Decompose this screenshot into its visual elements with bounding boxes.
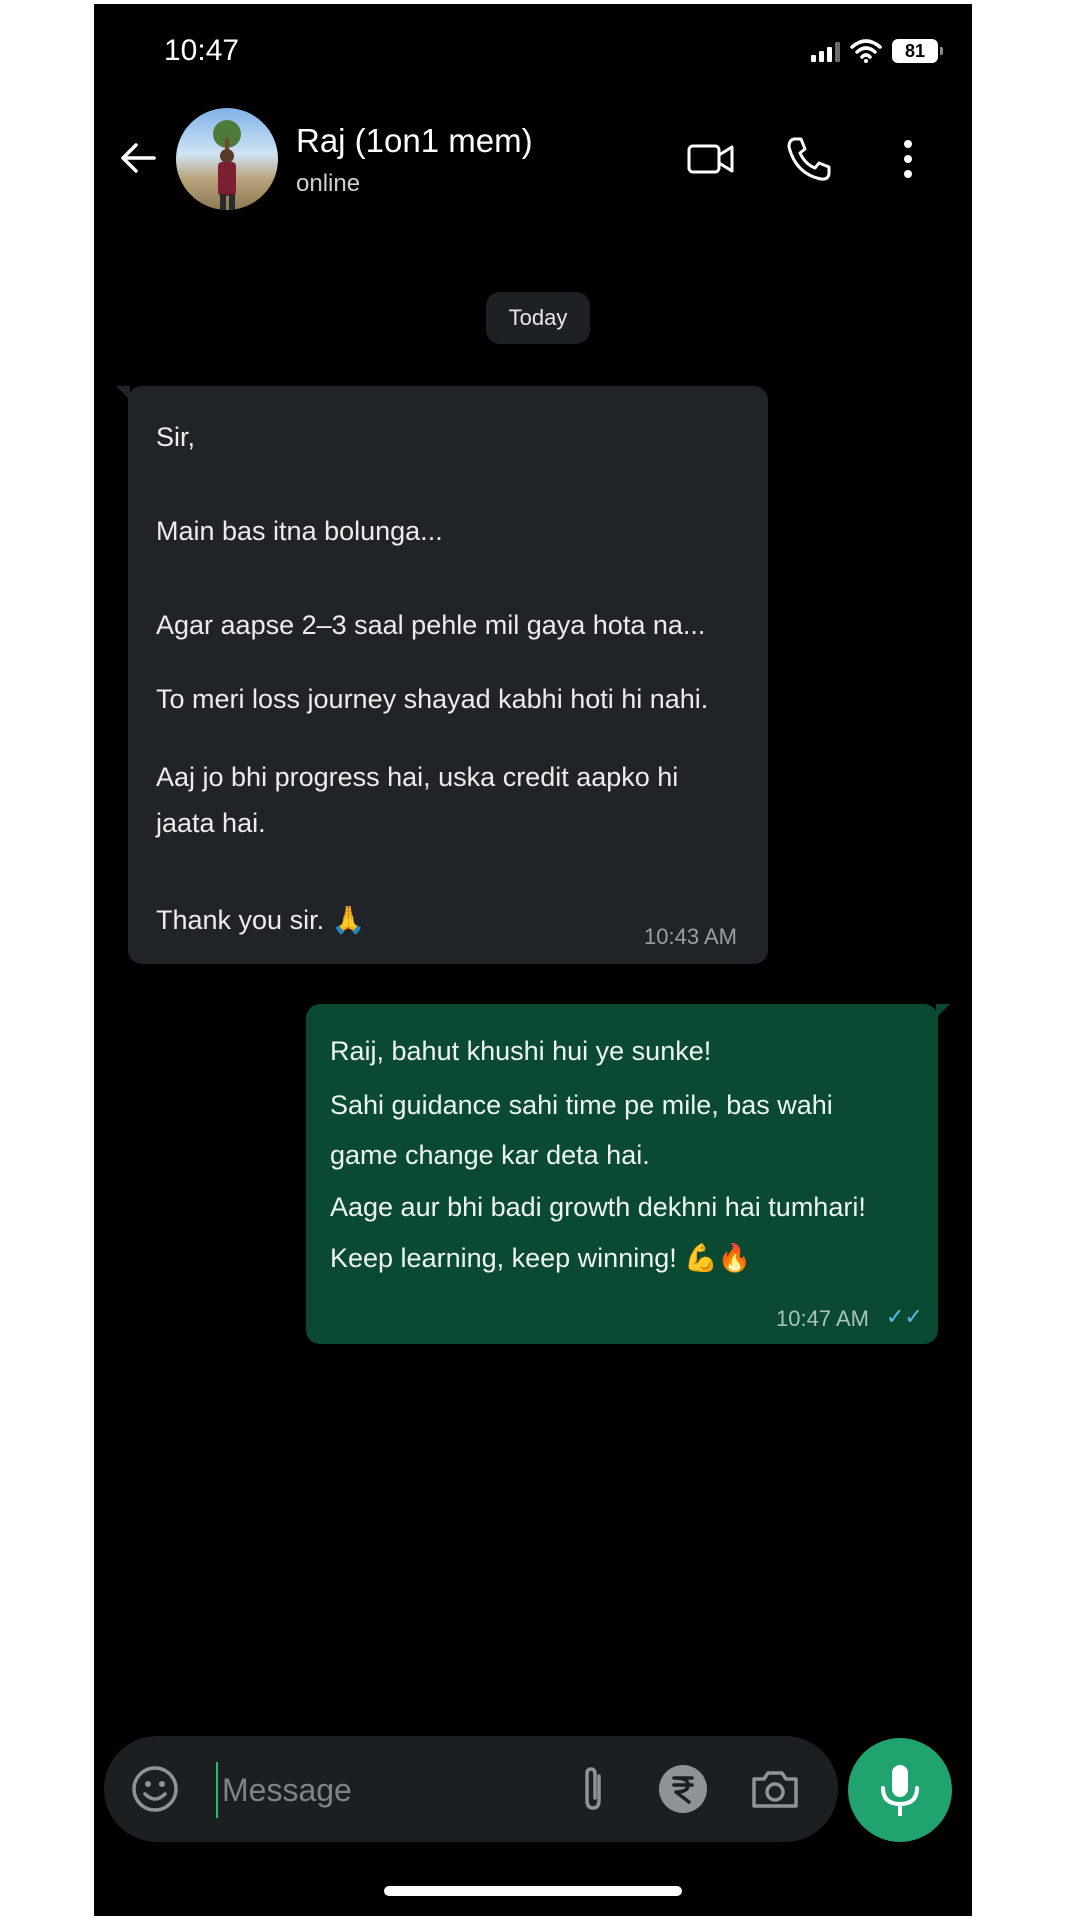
contact-name[interactable]: Raj (1on1 mem) xyxy=(296,122,533,160)
battery-icon: 81 xyxy=(892,39,943,63)
message-line: Aage aur bhi badi growth dekhni hai tumh… xyxy=(330,1192,866,1222)
message-line: jaata hai. xyxy=(156,808,266,838)
wifi-icon xyxy=(850,39,882,63)
avatar-photo xyxy=(213,120,241,210)
message-time: 10:43 AM xyxy=(644,924,737,949)
date-chip: Today xyxy=(486,292,590,344)
message-line: game change kar deta hai. xyxy=(330,1140,650,1170)
signal-icon xyxy=(811,40,840,62)
attach-icon[interactable] xyxy=(566,1762,620,1816)
emoji-icon[interactable] xyxy=(128,1762,182,1816)
phone-icon[interactable] xyxy=(784,134,834,184)
mic-icon xyxy=(881,1765,919,1816)
camera-icon[interactable] xyxy=(748,1762,802,1816)
message-line: Sir, xyxy=(156,422,196,452)
chat-header: Raj (1on1 mem) online xyxy=(94,104,972,216)
video-call-icon[interactable] xyxy=(686,134,736,184)
avatar[interactable] xyxy=(176,108,278,210)
home-indicator[interactable] xyxy=(384,1886,682,1896)
back-arrow-icon[interactable] xyxy=(116,136,160,180)
status-time: 10:47 xyxy=(164,34,240,67)
message-line: Agar aapse 2–3 saal pehle mil gaya hota … xyxy=(156,610,706,640)
phone-screen: 10:47 81 Raj (1on1 mem) online Today Sir… xyxy=(94,4,972,1916)
voice-message-button[interactable] xyxy=(848,1738,952,1842)
message-line: Raij, bahut khushi hui ye sunke! xyxy=(330,1036,712,1066)
read-receipt-icon: ✓✓ xyxy=(886,1304,923,1329)
message-input[interactable] xyxy=(216,1762,554,1818)
message-line: To meri loss journey shayad kabhi hoti h… xyxy=(156,684,709,714)
bubble-tail xyxy=(936,1004,950,1018)
incoming-message-bubble[interactable]: Sir, Main bas itna bolunga... Agar aapse… xyxy=(116,386,768,964)
more-options-icon[interactable] xyxy=(898,134,918,184)
message-line: Aaj jo bhi progress hai, uska credit aap… xyxy=(156,762,679,792)
message-line: Sahi guidance sahi time pe mile, bas wah… xyxy=(330,1090,833,1120)
message-line: Main bas itna bolunga... xyxy=(156,516,443,546)
message-line: Thank you sir. 🙏 xyxy=(156,905,366,935)
message-time: 10:47 AM xyxy=(776,1306,869,1331)
outgoing-message-bubble[interactable]: Raij, bahut khushi hui ye sunke! Sahi gu… xyxy=(306,1004,950,1344)
status-icons: 81 xyxy=(811,36,943,66)
contact-status: online xyxy=(296,170,361,197)
rupee-payment-icon[interactable] xyxy=(656,1762,710,1816)
bubble-tail xyxy=(116,386,130,400)
message-composer xyxy=(104,1736,838,1842)
message-line: Keep learning, keep winning! 💪🔥 xyxy=(330,1243,752,1273)
